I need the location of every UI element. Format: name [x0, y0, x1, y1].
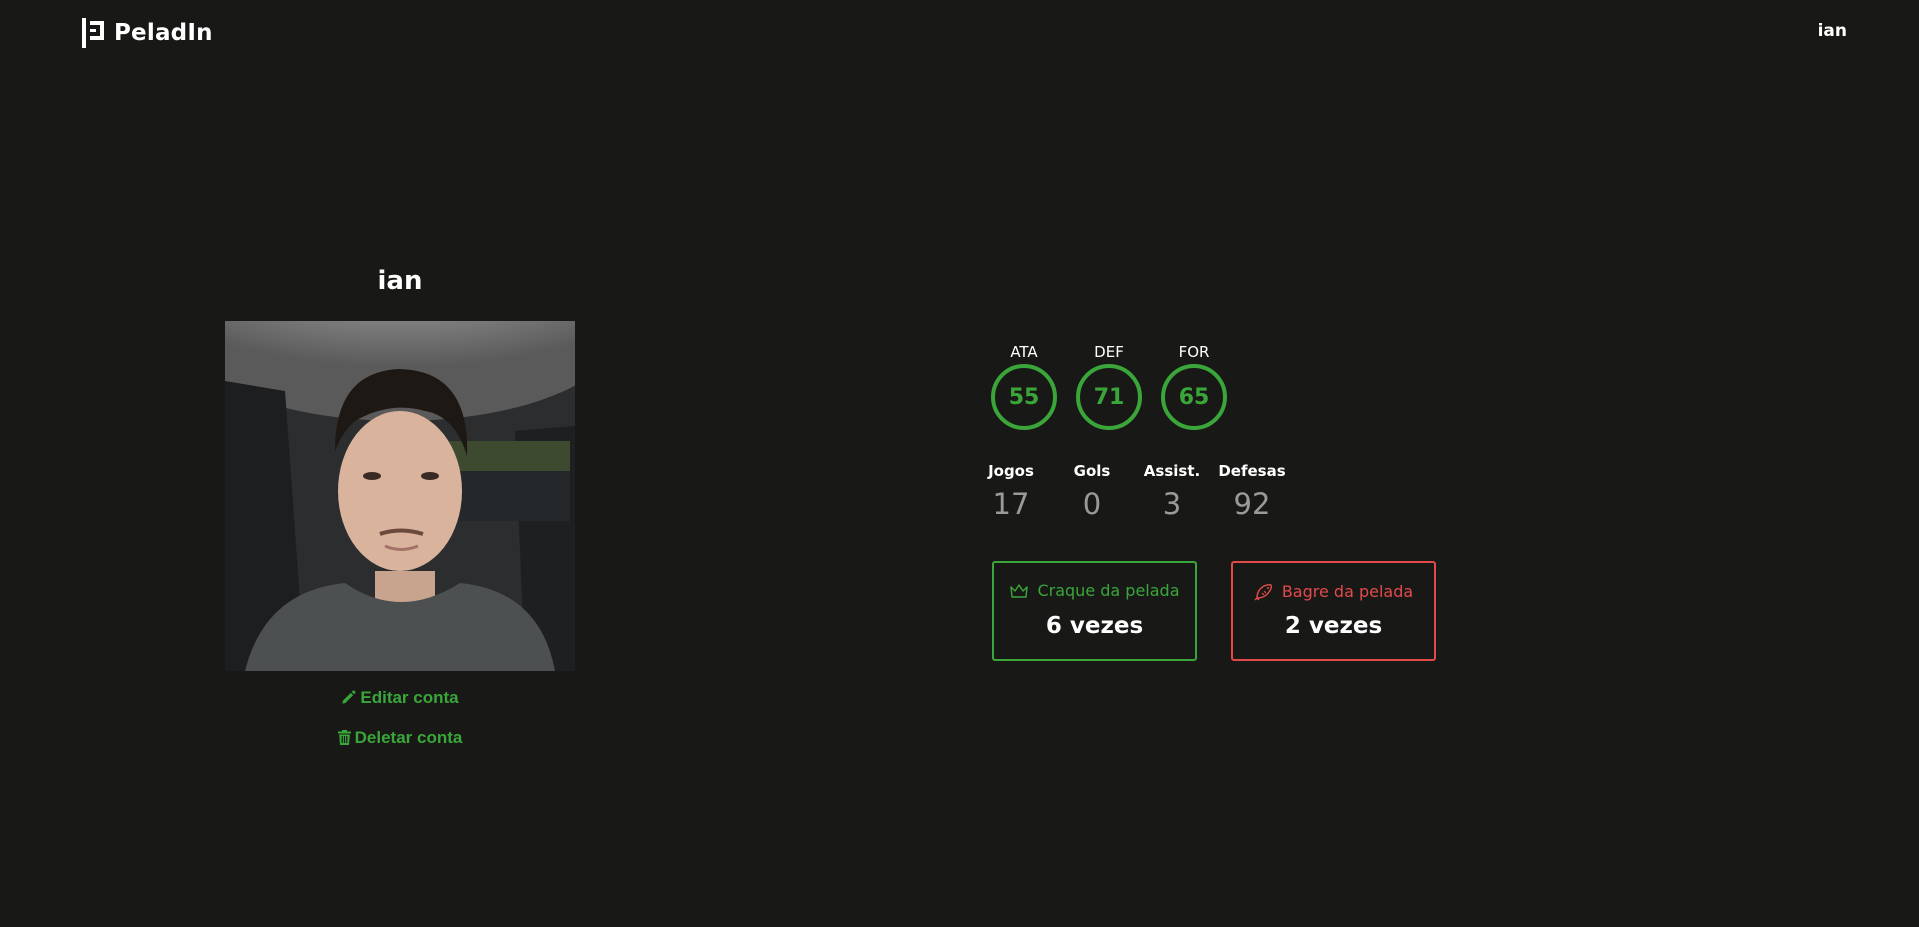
award-header: Craque da pelada — [994, 581, 1195, 600]
award-card-craque: Craque da pelada 6 vezes — [992, 561, 1197, 661]
award-card-bagre: Bagre da pelada 2 vezes — [1231, 561, 1436, 661]
brand-link[interactable]: PeladIn — [82, 18, 213, 48]
attribute-label: FOR — [1178, 343, 1210, 361]
user-menu[interactable]: ian — [1818, 21, 1847, 41]
attribute-def: DEF 71 — [1076, 343, 1142, 430]
pencil-icon — [342, 690, 357, 704]
stat-gols: Gols 0 — [1066, 461, 1118, 521]
edit-account-link[interactable]: Editar conta — [225, 688, 575, 708]
brand-name: PeladIn — [114, 20, 213, 46]
stat-value: 0 — [1082, 487, 1102, 521]
profile-page: PeladIn ian ian Editar conta Deletar con… — [0, 0, 1919, 927]
stat-label: Defesas — [1218, 462, 1286, 480]
stat-assist: Assist. 3 — [1141, 461, 1203, 521]
award-label: Craque da pelada — [1037, 581, 1180, 600]
stat-jogos: Jogos 17 — [981, 461, 1041, 521]
peladin-logo-icon — [82, 18, 104, 48]
stat-label: Gols — [1073, 462, 1111, 480]
attribute-value: 71 — [1076, 364, 1142, 430]
attribute-label: ATA — [1010, 343, 1038, 361]
stat-label: Jogos — [988, 462, 1034, 480]
award-value: 2 vezes — [1284, 613, 1383, 639]
trash-icon — [337, 730, 351, 745]
award-value: 6 vezes — [1045, 613, 1144, 639]
profile-photo — [225, 321, 575, 671]
stat-defesas: Defesas 92 — [1215, 461, 1289, 521]
edit-account-label: Editar conta — [360, 688, 459, 707]
stat-value: 92 — [1233, 487, 1271, 521]
attribute-value: 65 — [1161, 364, 1227, 430]
stat-value: 17 — [992, 487, 1030, 521]
attribute-for: FOR 65 — [1161, 343, 1227, 430]
attribute-ata: ATA 55 — [991, 343, 1057, 430]
stat-value: 3 — [1162, 487, 1182, 521]
delete-account-link[interactable]: Deletar conta — [225, 728, 575, 748]
fish-icon — [1254, 583, 1272, 601]
delete-account-label: Deletar conta — [354, 728, 463, 747]
attribute-value: 55 — [991, 364, 1057, 430]
award-label: Bagre da pelada — [1281, 581, 1414, 601]
crown-icon — [1010, 583, 1029, 598]
stat-label: Assist. — [1143, 462, 1201, 480]
attribute-label: DEF — [1094, 343, 1124, 361]
profile-name: ian — [377, 266, 423, 296]
award-header: Bagre da pelada — [1233, 581, 1434, 601]
